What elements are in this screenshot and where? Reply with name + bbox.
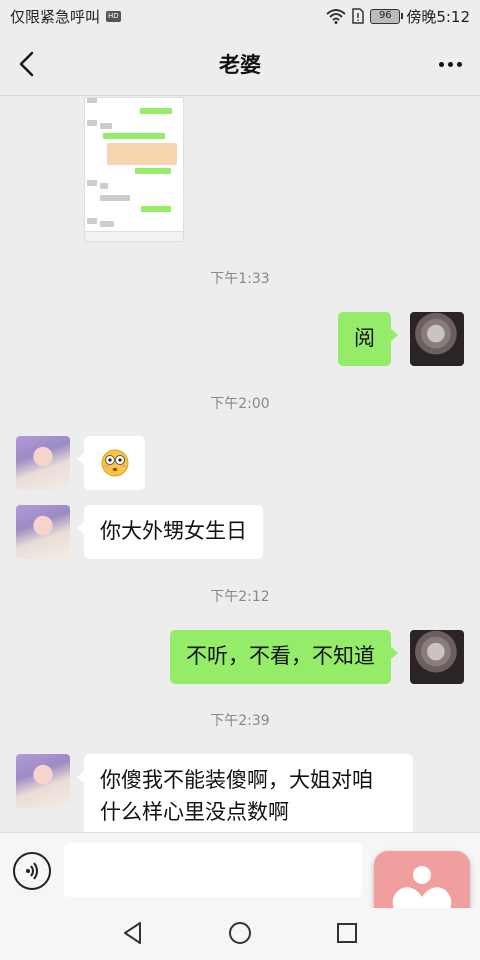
contact-avatar[interactable] bbox=[16, 436, 70, 490]
received-message[interactable] bbox=[77, 436, 145, 490]
message-list[interactable]: 下午1:33 阅 下午2:00 你大外甥女生日 下午2:12 不听，不看，不知道… bbox=[0, 97, 480, 832]
more-dots-icon[interactable] bbox=[432, 48, 468, 80]
timestamp: 下午2:00 bbox=[210, 396, 270, 412]
contact-avatar[interactable] bbox=[16, 754, 70, 808]
message-line: 什么样心里没点数啊 bbox=[100, 800, 289, 824]
received-message[interactable]: 你傻我不能装傻啊，大姐对咱 什么样心里没点数啊 bbox=[77, 754, 413, 832]
system-navigation-bar bbox=[0, 908, 480, 960]
voice-icon[interactable] bbox=[13, 852, 51, 890]
clock: 傍晚5:12 bbox=[406, 7, 470, 26]
flushed-face-emoji bbox=[101, 449, 129, 477]
image-message[interactable] bbox=[84, 97, 184, 242]
battery-indicator: 96 bbox=[370, 8, 404, 24]
hd-icon: HD bbox=[106, 10, 121, 22]
timestamp: 下午2:39 bbox=[210, 713, 270, 729]
sent-message[interactable]: 阅 bbox=[338, 312, 398, 366]
chat-title: 老婆 bbox=[219, 52, 261, 77]
timestamp: 下午1:33 bbox=[210, 271, 270, 287]
message-input[interactable] bbox=[64, 843, 362, 897]
received-message[interactable]: 你大外甥女生日 bbox=[77, 505, 263, 559]
my-avatar[interactable] bbox=[410, 630, 464, 684]
circle-home-icon[interactable] bbox=[227, 920, 253, 946]
sent-message[interactable]: 不听，不看，不知道 bbox=[170, 630, 398, 684]
carrier-text: 仅限紧急呼叫 bbox=[10, 7, 101, 26]
contact-avatar[interactable] bbox=[16, 505, 70, 559]
message-line: 你傻我不能装傻啊，大姐对咱 bbox=[100, 768, 373, 792]
chat-header: 老婆 bbox=[0, 32, 480, 96]
wifi-icon bbox=[326, 9, 346, 24]
timestamp: 下午2:12 bbox=[210, 589, 270, 605]
back-arrow-icon[interactable] bbox=[12, 48, 44, 80]
my-avatar[interactable] bbox=[410, 312, 464, 366]
square-recent-icon[interactable] bbox=[334, 920, 360, 946]
triangle-back-icon[interactable] bbox=[120, 920, 146, 946]
sim-alert-icon bbox=[352, 8, 365, 24]
status-bar: 仅限紧急呼叫 HD 96 傍晚5:12 bbox=[0, 0, 480, 32]
